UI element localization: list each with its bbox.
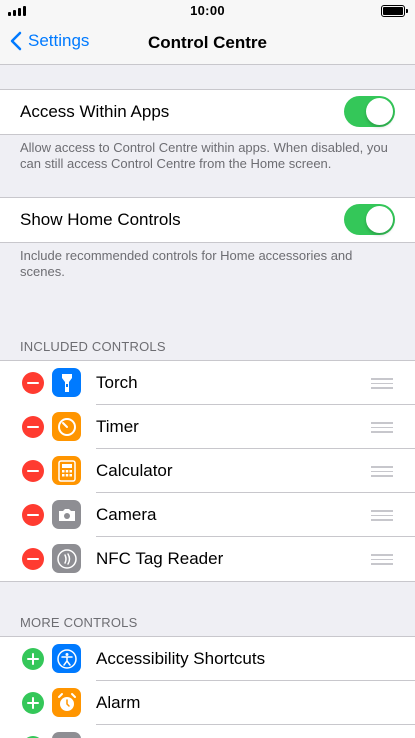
page-title: Control Centre xyxy=(148,33,267,52)
reorder-handle-icon[interactable] xyxy=(371,378,393,389)
control-label: Camera xyxy=(96,505,157,524)
list-item-camera: Camera xyxy=(0,493,415,537)
reorder-handle-icon[interactable] xyxy=(371,422,393,433)
camera-icon xyxy=(52,500,81,529)
remove-torch-button[interactable] xyxy=(22,372,44,394)
remove-timer-button[interactable] xyxy=(22,416,44,438)
included-controls-header: INCLUDED CONTROLS xyxy=(20,339,166,354)
torch-icon xyxy=(52,368,81,397)
list-item-accessibility-shortcuts: Accessibility Shortcuts xyxy=(0,637,415,681)
reorder-handle-icon[interactable] xyxy=(371,554,393,565)
status-time: 10:00 xyxy=(190,3,225,18)
calculator-icon xyxy=(52,456,81,485)
reorder-handle-icon[interactable] xyxy=(371,466,393,477)
add-alarm-button[interactable] xyxy=(22,692,44,714)
access-within-apps-toggle[interactable] xyxy=(344,96,395,127)
list-item-alarm: Alarm xyxy=(0,681,415,725)
control-label: Torch xyxy=(96,373,138,392)
reorder-handle-icon[interactable] xyxy=(371,510,393,521)
more-controls-list: Accessibility Shortcuts Alarm xyxy=(0,636,415,738)
control-label: NFC Tag Reader xyxy=(96,549,224,568)
list-item-torch: Torch xyxy=(0,361,415,405)
status-bar: 10:00 xyxy=(0,0,415,22)
timer-icon xyxy=(52,412,81,441)
show-home-controls-toggle[interactable] xyxy=(344,204,395,235)
alarm-icon xyxy=(52,688,81,717)
show-home-controls-label: Show Home Controls xyxy=(20,210,181,229)
add-accessibility-shortcuts-button[interactable] xyxy=(22,648,44,670)
show-home-controls-row: Show Home Controls xyxy=(0,198,415,242)
show-home-controls-footer: Include recommended controls for Home ac… xyxy=(20,248,353,279)
included-controls-list: Torch Timer Calculator Camera NFC Tag Re… xyxy=(0,360,415,582)
control-label: Timer xyxy=(96,417,139,436)
list-item-calculator: Calculator xyxy=(0,449,415,493)
list-item-timer: Timer xyxy=(0,405,415,449)
control-icon xyxy=(52,732,81,738)
list-item-partial xyxy=(0,725,415,738)
remove-nfc-tag-reader-button[interactable] xyxy=(22,548,44,570)
access-within-apps-footer: Allow access to Control Centre within ap… xyxy=(20,140,388,171)
accessibility-icon xyxy=(52,644,81,673)
show-home-controls-group: Show Home Controls xyxy=(0,197,415,243)
battery-icon xyxy=(381,5,408,17)
control-label: Calculator xyxy=(96,461,173,480)
access-within-apps-label: Access Within Apps xyxy=(20,102,170,121)
control-label: Alarm xyxy=(96,693,141,712)
nfc-icon xyxy=(52,544,81,573)
control-label: Accessibility Shortcuts xyxy=(96,649,266,668)
remove-calculator-button[interactable] xyxy=(22,460,44,482)
more-controls-header: MORE CONTROLS xyxy=(20,615,138,630)
list-item-nfc-tag-reader: NFC Tag Reader xyxy=(0,537,415,581)
access-within-apps-group: Access Within Apps xyxy=(0,89,415,135)
remove-camera-button[interactable] xyxy=(22,504,44,526)
access-within-apps-row: Access Within Apps xyxy=(0,90,415,134)
navigation-bar: Settings Control Centre xyxy=(0,22,415,65)
